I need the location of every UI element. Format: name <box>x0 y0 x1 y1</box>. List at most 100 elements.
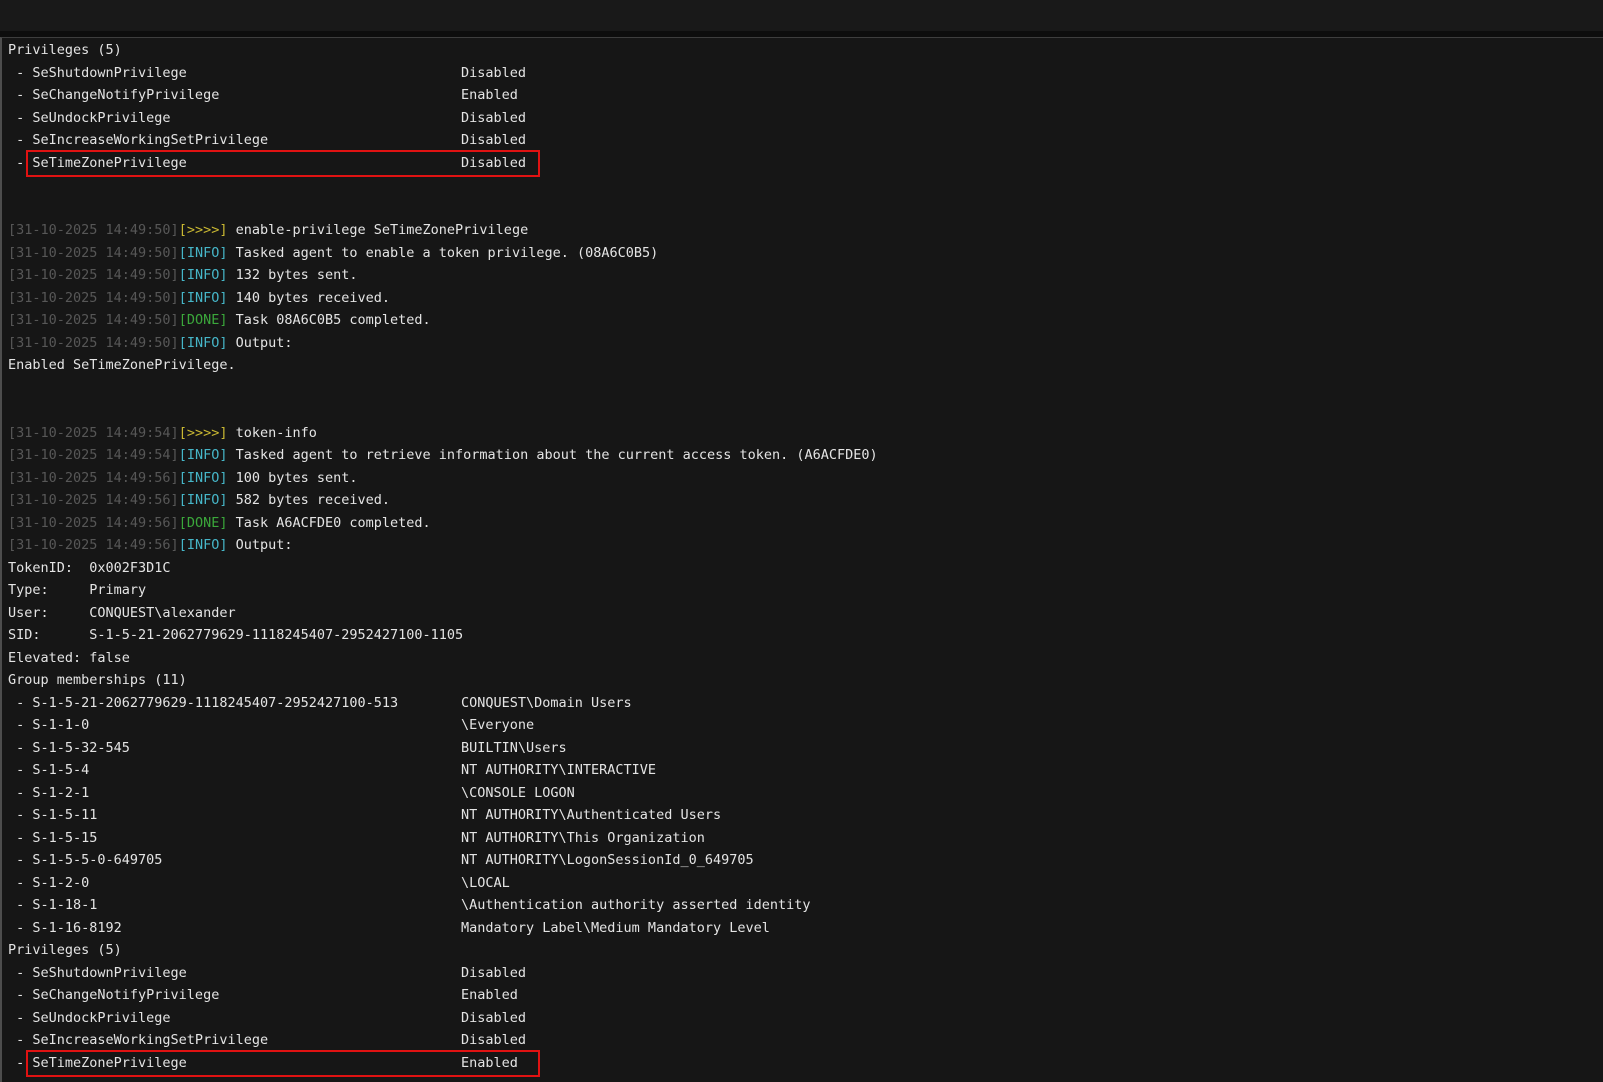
log-timestamp: [31-10-2025 14:49:50] <box>8 335 179 351</box>
console-line: [31-10-2025 14:49:50][INFO] Tasked agent… <box>2 242 1603 265</box>
console-line: - SeIncreaseWorkingSetPrivilege Disabled <box>2 1029 1603 1052</box>
entry-label: - S-1-2-1 <box>8 785 89 801</box>
console-line: - SeIncreaseWorkingSetPrivilegeDisabled <box>2 129 1603 152</box>
console-text: Elevated: false <box>8 650 130 666</box>
console-line: - SeTimeZonePrivilege Disabled <box>2 152 1603 175</box>
log-message: Tasked agent to enable a token privilege… <box>227 245 658 261</box>
entry-label: - SeUndockPrivilege <box>8 1010 171 1026</box>
console-line: Enabled SeTimeZonePrivilege. <box>2 354 1603 377</box>
entry-value: Disabled <box>461 129 526 152</box>
console-line: - S-1-5-21-2062779629-1118245407-2952427… <box>2 692 1603 715</box>
entry-label: - S-1-5-4 <box>8 762 89 778</box>
entry-label: - SeUndockPrivilege <box>8 110 171 126</box>
log-tag: [INFO] <box>179 537 228 553</box>
console-line: [31-10-2025 14:49:56][DONE] Task A6ACFDE… <box>2 512 1603 535</box>
entry-value: NT AUTHORITY\This Organization <box>461 827 705 850</box>
entry-label: - S-1-5-5-0-649705 <box>8 852 162 868</box>
entry-label: - SeTimeZonePrivilege <box>8 155 187 171</box>
entry-value: Enabled <box>461 1052 518 1075</box>
console-line: [31-10-2025 14:49:50][INFO] 140 bytes re… <box>2 287 1603 310</box>
log-timestamp: [31-10-2025 14:49:50] <box>8 312 179 328</box>
entry-value: Enabled <box>461 984 518 1007</box>
log-message: 100 bytes sent. <box>227 470 357 486</box>
console-line: [31-10-2025 14:49:50][>>>>] enable-privi… <box>2 219 1603 242</box>
console-text: Privileges (5) <box>8 942 122 958</box>
log-tag: [>>>>] <box>179 425 228 441</box>
entry-value: NT AUTHORITY\Authenticated Users <box>461 804 721 827</box>
console-line: [31-10-2025 14:49:56][INFO] Output: <box>2 534 1603 557</box>
entry-label: - S-1-2-0 <box>8 875 89 891</box>
console-line: - SeChangeNotifyPrivilege Enabled <box>2 984 1603 1007</box>
console-line <box>2 197 1603 220</box>
log-message: Task 08A6C0B5 completed. <box>227 312 430 328</box>
console-line: - S-1-2-1 \CONSOLE LOGON <box>2 782 1603 805</box>
console-line: [31-10-2025 14:49:50][DONE] Task 08A6C0B… <box>2 309 1603 332</box>
console-line: User: CONQUEST\alexander <box>2 602 1603 625</box>
log-timestamp: [31-10-2025 14:49:56] <box>8 515 179 531</box>
log-timestamp: [31-10-2025 14:49:50] <box>8 290 179 306</box>
log-message: 582 bytes received. <box>227 492 390 508</box>
console-line: [31-10-2025 14:49:56][INFO] 582 bytes re… <box>2 489 1603 512</box>
log-tag: [INFO] <box>179 447 228 463</box>
log-message: enable-privilege SeTimeZonePrivilege <box>227 222 528 238</box>
log-timestamp: [31-10-2025 14:49:54] <box>8 447 179 463</box>
entry-label: - SeIncreaseWorkingSetPrivilege <box>8 1032 268 1048</box>
console-line: - SeChangeNotifyPrivilegeEnabled <box>2 84 1603 107</box>
entry-value: Disabled <box>461 962 526 985</box>
log-tag: [DONE] <box>179 312 228 328</box>
entry-value: Mandatory Label\Medium Mandatory Level <box>461 917 770 940</box>
entry-value: CONQUEST\Domain Users <box>461 692 632 715</box>
console-line: - SeShutdownPrivilege Disabled <box>2 962 1603 985</box>
log-message: token-info <box>227 425 316 441</box>
log-timestamp: [31-10-2025 14:49:56] <box>8 470 179 486</box>
entry-label: - S-1-1-0 <box>8 717 89 733</box>
log-tag: [INFO] <box>179 245 228 261</box>
entry-label: - SeChangeNotifyPrivilege <box>8 87 219 103</box>
console-line: Group memberships (11) <box>2 669 1603 692</box>
console-line: - S-1-2-0\LOCAL <box>2 872 1603 895</box>
console-line: - SeUndockPrivilege Disabled <box>2 107 1603 130</box>
console-text: SID: S-1-5-21-2062779629-1118245407-2952… <box>8 627 463 643</box>
entry-value: \Authentication authority asserted ident… <box>461 894 811 917</box>
console-line: - S-1-18-1\Authentication authority asse… <box>2 894 1603 917</box>
console-line: SID: S-1-5-21-2062779629-1118245407-2952… <box>2 624 1603 647</box>
log-timestamp: [31-10-2025 14:49:50] <box>8 222 179 238</box>
entry-label: - SeChangeNotifyPrivilege <box>8 987 219 1003</box>
entry-value: Disabled <box>461 152 526 175</box>
entry-value: \Everyone <box>461 714 534 737</box>
session-titlebar[interactable]: CONQUEST\alexander@CLIENT01.conquest.loc… <box>0 0 1603 31</box>
console-line: - S-1-16-8192Mandatory Label\Medium Mand… <box>2 917 1603 940</box>
console-line: - SeShutdownPrivilegeDisabled <box>2 62 1603 85</box>
console-line: [31-10-2025 14:49:50][INFO] Output: <box>2 332 1603 355</box>
console-line: - S-1-5-5-0-649705 NT AUTHORITY\LogonSess… <box>2 849 1603 872</box>
console-line: - S-1-5-4NT AUTHORITY\INTERACTIVE <box>2 759 1603 782</box>
console-line: Type: Primary <box>2 579 1603 602</box>
console-line: TokenID: 0x002F3D1C <box>2 557 1603 580</box>
entry-value: Disabled <box>461 62 526 85</box>
entry-value: Disabled <box>461 107 526 130</box>
entry-label: - S-1-5-15 <box>8 830 97 846</box>
entry-value: NT AUTHORITY\LogonSessionId_0_649705 <box>461 849 754 872</box>
entry-label: - S-1-5-32-545 <box>8 740 130 756</box>
entry-label: - SeShutdownPrivilege <box>8 965 187 981</box>
log-tag: [INFO] <box>179 335 228 351</box>
log-tag: [INFO] <box>179 267 228 283</box>
console-text: TokenID: 0x002F3D1C <box>8 560 171 576</box>
entry-value: Disabled <box>461 1029 526 1052</box>
console-line: - SeTimeZonePrivilegeEnabled <box>2 1052 1603 1075</box>
console-line: - S-1-5-32-545BUILTIN\Users <box>2 737 1603 760</box>
console-line: - S-1-5-11 NT AUTHORITY\Authenticated Use… <box>2 804 1603 827</box>
entry-label: - S-1-5-11 <box>8 807 97 823</box>
console-line <box>2 399 1603 422</box>
log-message: Tasked agent to retrieve information abo… <box>227 447 877 463</box>
console-text: Group memberships (11) <box>8 672 187 688</box>
console-output-pane[interactable]: Privileges (5) - SeShutdownPrivilege Disa… <box>0 37 1603 1082</box>
console-line <box>2 174 1603 197</box>
log-message: 132 bytes sent. <box>227 267 357 283</box>
log-tag: [INFO] <box>179 470 228 486</box>
log-timestamp: [31-10-2025 14:49:54] <box>8 425 179 441</box>
log-message: Output: <box>227 537 292 553</box>
log-timestamp: [31-10-2025 14:49:56] <box>8 537 179 553</box>
entry-value: \CONSOLE LOGON <box>461 782 575 805</box>
console-line <box>2 377 1603 400</box>
